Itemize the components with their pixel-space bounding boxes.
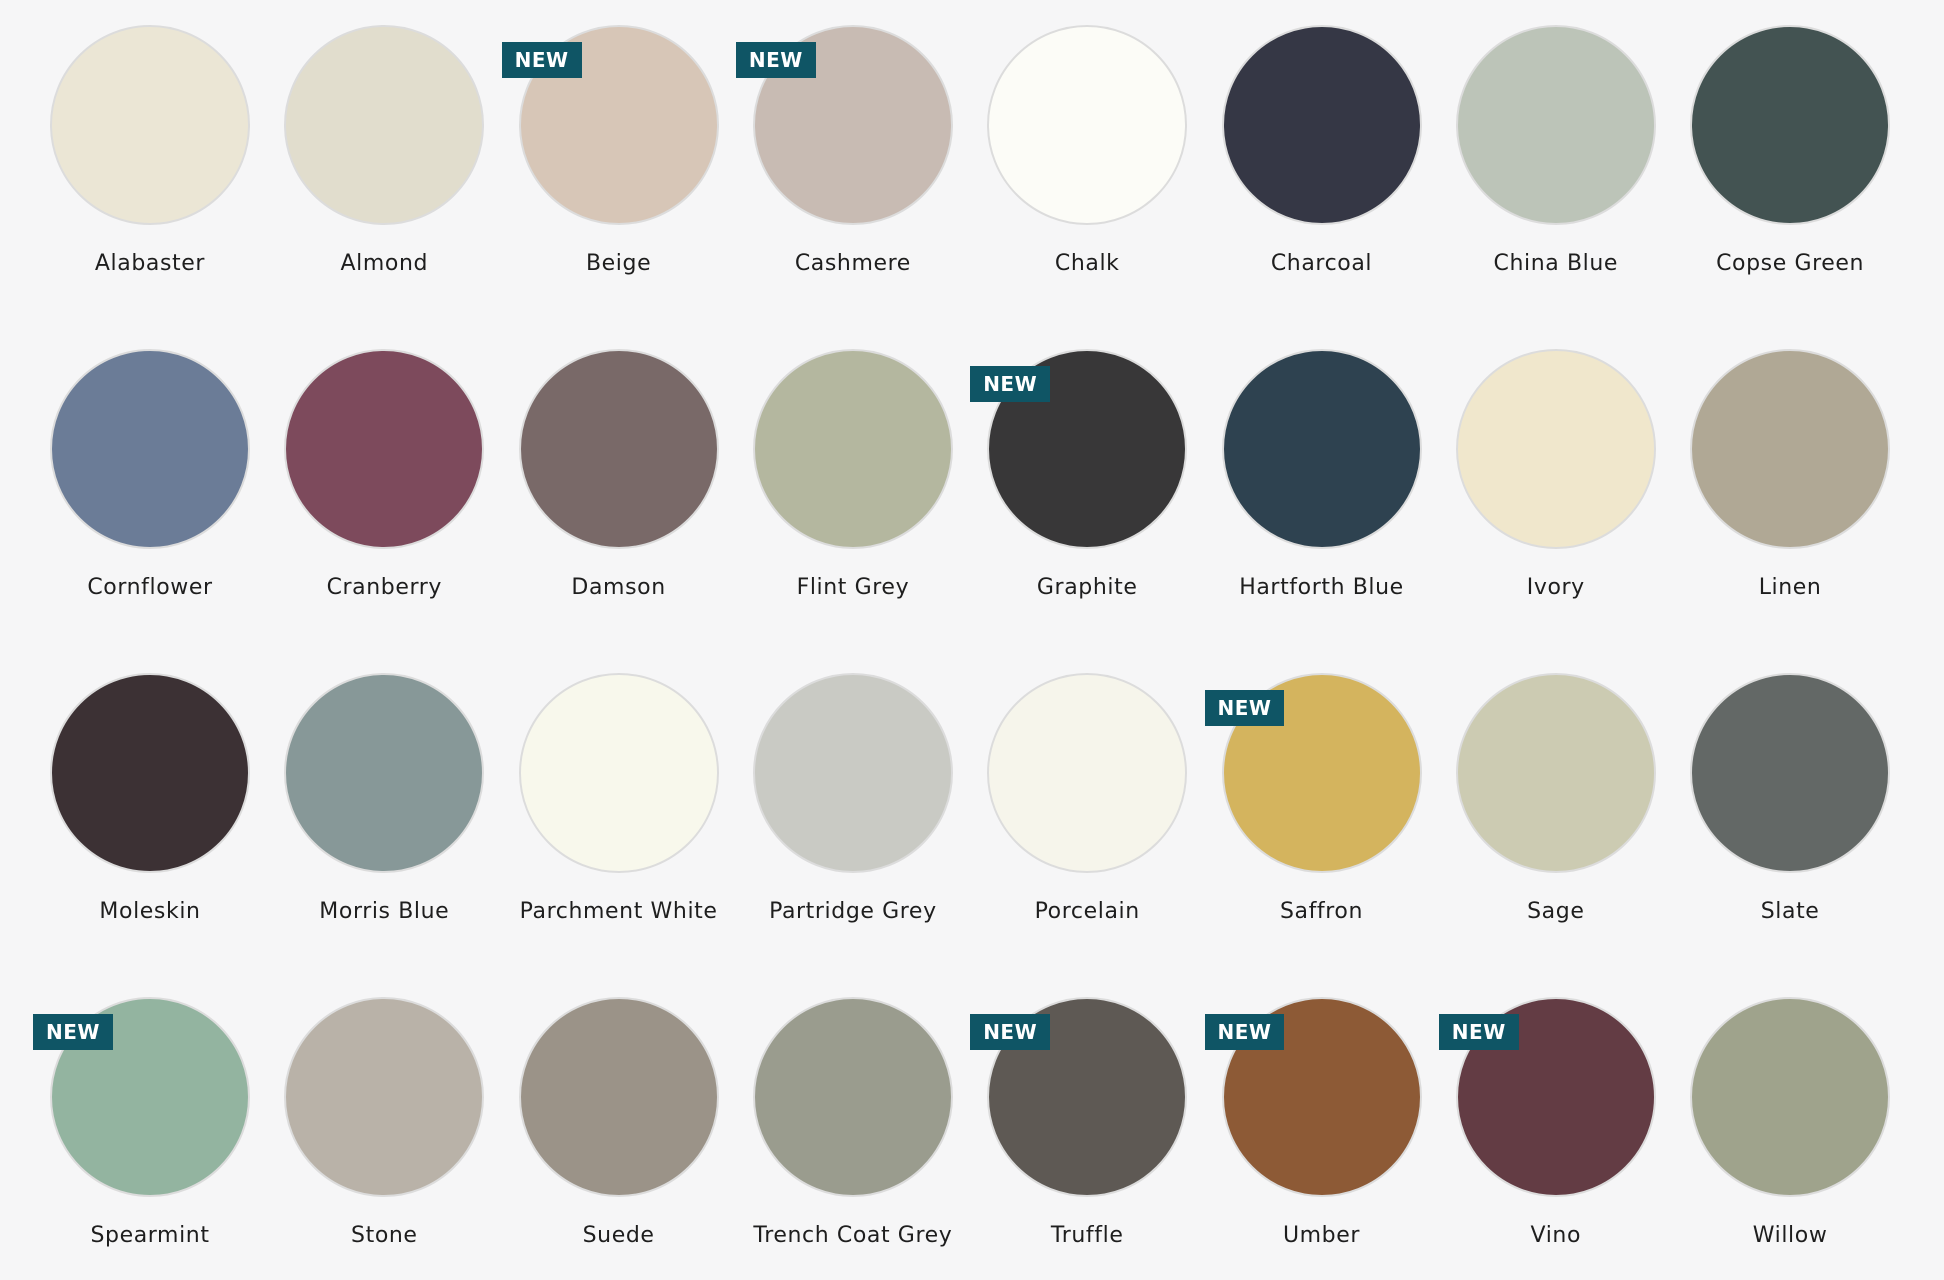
color-circle[interactable] [1690, 673, 1891, 873]
color-circle[interactable] [518, 997, 719, 1197]
color-name: Trench Coat Grey [753, 1223, 953, 1248]
color-name: Parchment White [519, 899, 718, 924]
color-name: Graphite [1036, 575, 1138, 600]
color-name: Ivory [1526, 575, 1585, 600]
color-name: Sage [1527, 899, 1585, 924]
color-name: Almond [340, 251, 429, 276]
new-badge: NEW [970, 366, 1051, 402]
swatch-cashmere[interactable]: NEW Cashmere [735, 25, 970, 325]
swatch-vino[interactable]: NEW Vino [1438, 997, 1673, 1280]
color-circle[interactable] [518, 673, 719, 873]
color-name: Cashmere [794, 251, 911, 276]
color-name: Willow [1752, 1223, 1828, 1248]
color-swatch-grid: Alabaster Almond NEW Beige NEW Cashmere Chalk C… [0, 0, 1944, 1280]
color-circle[interactable] [1221, 25, 1422, 225]
color-name: Morris Blue [319, 899, 450, 924]
color-circle[interactable] [1455, 25, 1656, 225]
new-badge: NEW [1438, 1014, 1519, 1050]
swatch-beige[interactable]: NEW Beige [501, 25, 736, 325]
swatch-flint-grey[interactable]: Flint Grey [736, 349, 970, 649]
color-circle[interactable] [752, 673, 953, 873]
swatch-truffle[interactable]: NEW Truffle [970, 997, 1204, 1280]
color-name: Slate [1760, 899, 1820, 924]
color-circle[interactable] [284, 349, 485, 549]
swatch-china-blue[interactable]: China Blue [1439, 25, 1673, 325]
color-circle[interactable] [50, 673, 250, 873]
color-name: Truffle [1050, 1223, 1124, 1248]
color-name: Partridge Grey [769, 899, 937, 924]
color-name: Beige [585, 251, 652, 276]
color-circle[interactable] [518, 349, 719, 549]
color-name: Cornflower [87, 575, 213, 600]
new-badge: NEW [1204, 690, 1285, 726]
color-circle[interactable] [1455, 673, 1656, 873]
color-name: China Blue [1493, 251, 1619, 276]
color-name: Cranberry [326, 575, 443, 600]
swatch-parchment-white[interactable]: Parchment White [502, 673, 736, 973]
swatch-cornflower[interactable]: Cornflower [33, 349, 267, 649]
color-name: Copse Green [1716, 251, 1865, 276]
swatch-willow[interactable]: Willow [1673, 997, 1907, 1280]
swatch-linen[interactable]: Linen [1673, 349, 1907, 649]
color-circle[interactable] [987, 25, 1188, 225]
swatch-chalk[interactable]: Chalk [970, 25, 1204, 325]
color-circle[interactable] [987, 673, 1188, 873]
swatch-slate[interactable]: Slate [1673, 673, 1907, 973]
color-name: Stone [351, 1223, 418, 1248]
color-name: Porcelain [1034, 899, 1140, 924]
swatch-morris-blue[interactable]: Morris Blue [267, 673, 501, 973]
color-circle[interactable] [1690, 997, 1891, 1197]
color-circle[interactable] [752, 997, 953, 1197]
swatch-alabaster[interactable]: Alabaster [33, 25, 267, 325]
swatch-stone[interactable]: Stone [267, 997, 501, 1280]
color-circle[interactable] [284, 673, 485, 873]
color-circle[interactable] [284, 25, 485, 225]
swatch-umber[interactable]: NEW Umber [1204, 997, 1439, 1280]
color-name: Damson [571, 575, 666, 600]
color-name: Hartforth Blue [1239, 575, 1404, 600]
color-circle[interactable] [284, 997, 485, 1197]
color-circle[interactable] [50, 349, 250, 549]
color-name: Suede [582, 1223, 655, 1248]
swatch-almond[interactable]: Almond [267, 25, 501, 325]
color-name: Spearmint [90, 1223, 210, 1248]
color-name: Vino [1530, 1223, 1582, 1248]
color-name: Flint Grey [796, 575, 910, 600]
swatch-graphite[interactable]: NEW Graphite [970, 349, 1204, 649]
new-badge: NEW [735, 42, 816, 78]
swatch-hartforth-blue[interactable]: Hartforth Blue [1205, 349, 1439, 649]
color-circle[interactable] [1690, 349, 1891, 549]
swatch-sage[interactable]: Sage [1439, 673, 1673, 973]
new-badge: NEW [970, 1014, 1051, 1050]
swatch-cranberry[interactable]: Cranberry [267, 349, 501, 649]
color-name: Charcoal [1270, 251, 1373, 276]
color-circle[interactable] [1455, 349, 1656, 549]
new-badge: NEW [1204, 1014, 1285, 1050]
swatch-partridge-grey[interactable]: Partridge Grey [736, 673, 970, 973]
swatch-damson[interactable]: Damson [502, 349, 736, 649]
swatch-suede[interactable]: Suede [502, 997, 736, 1280]
swatch-saffron[interactable]: NEW Saffron [1204, 673, 1439, 973]
new-badge: NEW [501, 42, 582, 78]
color-name: Alabaster [94, 251, 206, 276]
color-name: Umber [1282, 1223, 1361, 1248]
swatch-porcelain[interactable]: Porcelain [970, 673, 1204, 973]
color-name: Linen [1758, 575, 1822, 600]
color-circle[interactable] [50, 25, 250, 225]
new-badge: NEW [33, 1014, 113, 1050]
color-circle[interactable] [1690, 25, 1891, 225]
color-circle[interactable] [752, 349, 953, 549]
color-name: Chalk [1054, 251, 1120, 276]
swatch-copse-green[interactable]: Copse Green [1673, 25, 1907, 325]
swatch-trench-coat-grey[interactable]: Trench Coat Grey [736, 997, 970, 1280]
color-name: Moleskin [99, 899, 201, 924]
color-name: Saffron [1279, 899, 1364, 924]
color-circle[interactable] [1221, 349, 1422, 549]
swatch-charcoal[interactable]: Charcoal [1205, 25, 1439, 325]
swatch-moleskin[interactable]: Moleskin [33, 673, 267, 973]
swatch-spearmint[interactable]: NEW Spearmint [33, 997, 267, 1280]
swatch-ivory[interactable]: Ivory [1439, 349, 1673, 649]
